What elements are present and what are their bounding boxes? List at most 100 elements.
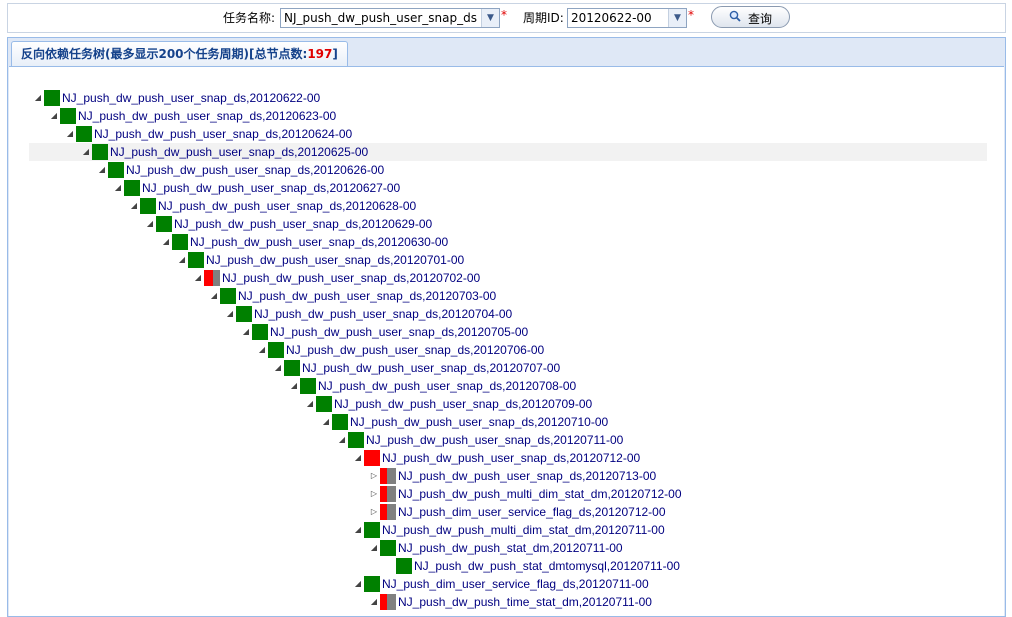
tree-collapse-toggle[interactable]: ◢ — [49, 107, 59, 125]
tree-node[interactable]: ◢ NJ_push_dw_push_user_snap_ds,20120707-0… — [9, 359, 999, 377]
tree-node-label[interactable]: NJ_push_dw_push_user_snap_ds,20120703-00 — [238, 287, 496, 305]
tree-node-label[interactable]: NJ_push_dw_push_user_snap_ds,20120627-00 — [142, 179, 400, 197]
chevron-down-icon[interactable]: ▼ — [481, 9, 499, 27]
tree-collapse-toggle[interactable]: ◢ — [225, 305, 235, 323]
tree-node-label[interactable]: NJ_push_dw_push_user_snap_ds,20120706-00 — [286, 341, 544, 359]
tree-collapse-toggle[interactable]: ◢ — [161, 233, 171, 251]
tree-node[interactable]: ◢ NJ_push_dw_push_user_snap_ds,20120629-0… — [9, 215, 999, 233]
tree-node[interactable]: ◢ NJ_push_dw_push_user_snap_ds,20120623-0… — [9, 107, 999, 125]
tree-node-label[interactable]: NJ_push_dw_push_user_snap_ds,20120702-00 — [222, 269, 480, 287]
tree-node[interactable]: NJ_push_dw_push_stat_dmtomysql,20120711-… — [9, 557, 999, 575]
tree-node[interactable]: ◢ NJ_push_dw_push_user_snap_ds,20120711-0… — [9, 431, 999, 449]
tree-collapse-toggle[interactable]: ◢ — [97, 161, 107, 179]
tree-node-label[interactable]: NJ_push_dw_push_stat_dm,20120711-00 — [398, 539, 623, 557]
tree-collapse-toggle[interactable]: ◢ — [257, 341, 267, 359]
tree-collapse-toggle[interactable]: ◢ — [113, 179, 123, 197]
tree-collapse-toggle[interactable]: ◢ — [81, 143, 91, 161]
tree-node-label[interactable]: NJ_push_dw_push_user_snap_ds,20120708-00 — [318, 377, 576, 395]
tree-node-label[interactable]: NJ_push_dw_push_user_snap_ds,20120710-00 — [350, 413, 608, 431]
tree-node-label[interactable]: NJ_push_dw_push_user_snap_ds,20120712-00 — [382, 449, 640, 467]
tree-node-label[interactable]: NJ_push_dw_push_multi_dim_stat_dm,201207… — [398, 485, 682, 503]
tree-node[interactable]: ◢ NJ_push_dw_push_user_snap_ds,20120622-0… — [9, 89, 999, 107]
tree-node-label[interactable]: NJ_push_dw_push_user_snap_ds,20120707-00 — [302, 359, 560, 377]
tree-node[interactable]: ◢ NJ_push_dw_push_user_snap_ds,20120627-0… — [9, 179, 999, 197]
task-status-icon — [380, 504, 396, 520]
tree-collapse-toggle[interactable]: ◢ — [65, 125, 75, 143]
tree-node-label[interactable]: NJ_push_dw_push_user_snap_ds,20120623-00 — [78, 107, 336, 125]
task-status-icon — [44, 90, 60, 106]
tree-node[interactable]: ◢ NJ_push_dw_push_stat_dm,20120711-00 — [9, 539, 999, 557]
task-status-icon — [300, 378, 316, 394]
tree-node[interactable]: ◢ NJ_push_dw_push_user_snap_ds,20120624-0… — [9, 125, 999, 143]
tree-collapse-toggle[interactable]: ◢ — [289, 377, 299, 395]
tree-collapse-toggle[interactable]: ◢ — [369, 539, 379, 557]
tree-node[interactable]: ◢ NJ_push_dw_push_user_snap_ds,20120708-0… — [9, 377, 999, 395]
tree-collapse-toggle[interactable]: ◢ — [273, 359, 283, 377]
tree-node-label[interactable]: NJ_push_dw_push_user_snap_ds,20120624-00 — [94, 125, 352, 143]
tree-collapse-toggle[interactable]: ◢ — [353, 449, 363, 467]
tree-node[interactable]: ◢ NJ_push_dw_push_user_snap_ds,20120701-0… — [9, 251, 999, 269]
tree-node[interactable]: ◢ NJ_push_dw_push_user_snap_ds,20120703-0… — [9, 287, 999, 305]
tree-collapse-toggle[interactable]: ◢ — [129, 197, 139, 215]
tree-node-label[interactable]: NJ_push_dw_push_user_snap_ds,20120630-00 — [190, 233, 448, 251]
tab-reverse-dependency-tree[interactable]: 反向依赖任务树(最多显示200个任务周期)[总节点数:197] — [11, 41, 348, 67]
tree-node[interactable]: ◢ NJ_push_dw_push_user_snap_ds,20120626-0… — [9, 161, 999, 179]
tree-node[interactable]: ◢ NJ_push_dw_push_user_snap_ds,20120706-0… — [9, 341, 999, 359]
task-status-icon — [220, 288, 236, 304]
tree-collapse-toggle[interactable]: ◢ — [369, 593, 379, 611]
tree-collapse-toggle[interactable]: ◢ — [353, 575, 363, 593]
tree-collapse-toggle[interactable]: ◢ — [305, 395, 315, 413]
tree-node[interactable]: ◢ NJ_push_dw_push_user_snap_ds,20120710-0… — [9, 413, 999, 431]
query-button[interactable]: 查询 — [711, 6, 790, 28]
tree-expand-toggle[interactable]: ▷ — [369, 503, 379, 521]
tree-node-label[interactable]: NJ_push_dw_push_user_snap_ds,20120713-00 — [398, 467, 656, 485]
tree-node-label[interactable]: NJ_push_dim_user_service_flag_ds,2012071… — [382, 575, 649, 593]
tree-collapse-toggle[interactable]: ◢ — [353, 521, 363, 539]
tree-node[interactable]: ◢ NJ_push_dw_push_user_snap_ds,20120630-0… — [9, 233, 999, 251]
tree-node-label[interactable]: NJ_push_dw_push_user_snap_ds,20120709-00 — [334, 395, 592, 413]
tree-node-label[interactable]: NJ_push_dw_push_multi_dim_stat_dm,201207… — [382, 521, 665, 539]
tree-node[interactable]: ◢ NJ_push_dw_push_user_snap_ds,20120628-0… — [9, 197, 999, 215]
tree-expand-toggle[interactable]: ▷ — [369, 467, 379, 485]
tree-node[interactable]: ▷ NJ_push_dim_user_service_flag_ds,201207… — [9, 503, 999, 521]
tree-node[interactable]: ◢ NJ_push_dw_push_user_snap_ds,20120709-0… — [9, 395, 999, 413]
tab-title: 反向依赖任务树(最多显示200个任务周期)[总节点数: — [21, 47, 308, 61]
tree-node[interactable]: ◢ NJ_push_dw_push_user_snap_ds,20120702-0… — [9, 269, 999, 287]
tree-node-label[interactable]: NJ_push_dw_push_stat_dmtomysql,20120711-… — [414, 557, 680, 575]
tree-node[interactable]: ◢ NJ_push_dw_push_user_snap_ds,20120705-0… — [9, 323, 999, 341]
tree-node-label[interactable]: NJ_push_dw_push_user_snap_ds,20120628-00 — [158, 197, 416, 215]
tree-node-label[interactable]: NJ_push_dw_push_user_snap_ds,20120704-00 — [254, 305, 512, 323]
chevron-down-icon[interactable]: ▼ — [668, 9, 686, 27]
task-name-value: NJ_push_dw_push_user_snap_ds — [284, 11, 477, 25]
tree-node[interactable]: ▷ NJ_push_dw_push_multi_dim_stat_dm,20120… — [9, 485, 999, 503]
tree-node[interactable]: ◢ NJ_push_dw_push_user_snap_ds,20120712-0… — [9, 449, 999, 467]
tree-node-label[interactable]: NJ_push_dw_push_user_snap_ds,20120625-00 — [110, 143, 368, 161]
task-status-icon — [396, 558, 412, 574]
period-id-select[interactable]: 20120622-00 ▼ — [567, 8, 687, 28]
tree-node-label[interactable]: NJ_push_dw_push_user_snap_ds,20120622-00 — [62, 89, 320, 107]
tree-node[interactable]: ▷ NJ_push_dw_push_user_snap_ds,20120713-0… — [9, 467, 999, 485]
tree-node-label[interactable]: NJ_push_dw_push_user_snap_ds,20120626-00 — [126, 161, 384, 179]
tree-node-label[interactable]: NJ_push_dim_user_service_flag_ds,2012071… — [398, 503, 666, 521]
tree-node[interactable]: ◢ NJ_push_dw_push_time_stat_dm,20120711-0… — [9, 593, 999, 611]
task-name-select[interactable]: NJ_push_dw_push_user_snap_ds ▼ — [280, 8, 500, 28]
tree-collapse-toggle[interactable]: ◢ — [177, 251, 187, 269]
task-status-icon — [380, 468, 396, 484]
tree-node-label[interactable]: NJ_push_dw_push_user_snap_ds,20120629-00 — [174, 215, 432, 233]
tree-collapse-toggle[interactable]: ◢ — [193, 269, 203, 287]
tree-node-label[interactable]: NJ_push_dw_push_user_snap_ds,20120705-00 — [270, 323, 528, 341]
tree-collapse-toggle[interactable]: ◢ — [241, 323, 251, 341]
tree-collapse-toggle[interactable]: ◢ — [209, 287, 219, 305]
tree-collapse-toggle[interactable]: ◢ — [145, 215, 155, 233]
tree-node[interactable]: ◢ NJ_push_dw_push_multi_dim_stat_dm,20120… — [9, 521, 999, 539]
tree-node[interactable]: ◢ NJ_push_dim_user_service_flag_ds,201207… — [9, 575, 999, 593]
tree-node-label[interactable]: NJ_push_dw_push_time_stat_dm,20120711-00 — [398, 593, 652, 611]
tree-node-label[interactable]: NJ_push_dw_push_user_snap_ds,20120701-00 — [206, 251, 464, 269]
tree-node-label[interactable]: NJ_push_dw_push_user_snap_ds,20120711-00 — [366, 431, 623, 449]
tree-node[interactable]: ◢ NJ_push_dw_push_user_snap_ds,20120704-0… — [9, 305, 999, 323]
tree-node[interactable]: ◢ NJ_push_dw_push_user_snap_ds,20120625-0… — [29, 143, 987, 161]
tree-collapse-toggle[interactable]: ◢ — [337, 431, 347, 449]
tree-collapse-toggle[interactable]: ◢ — [321, 413, 331, 431]
tree-collapse-toggle[interactable]: ◢ — [33, 89, 43, 107]
tree-expand-toggle[interactable]: ▷ — [369, 485, 379, 503]
